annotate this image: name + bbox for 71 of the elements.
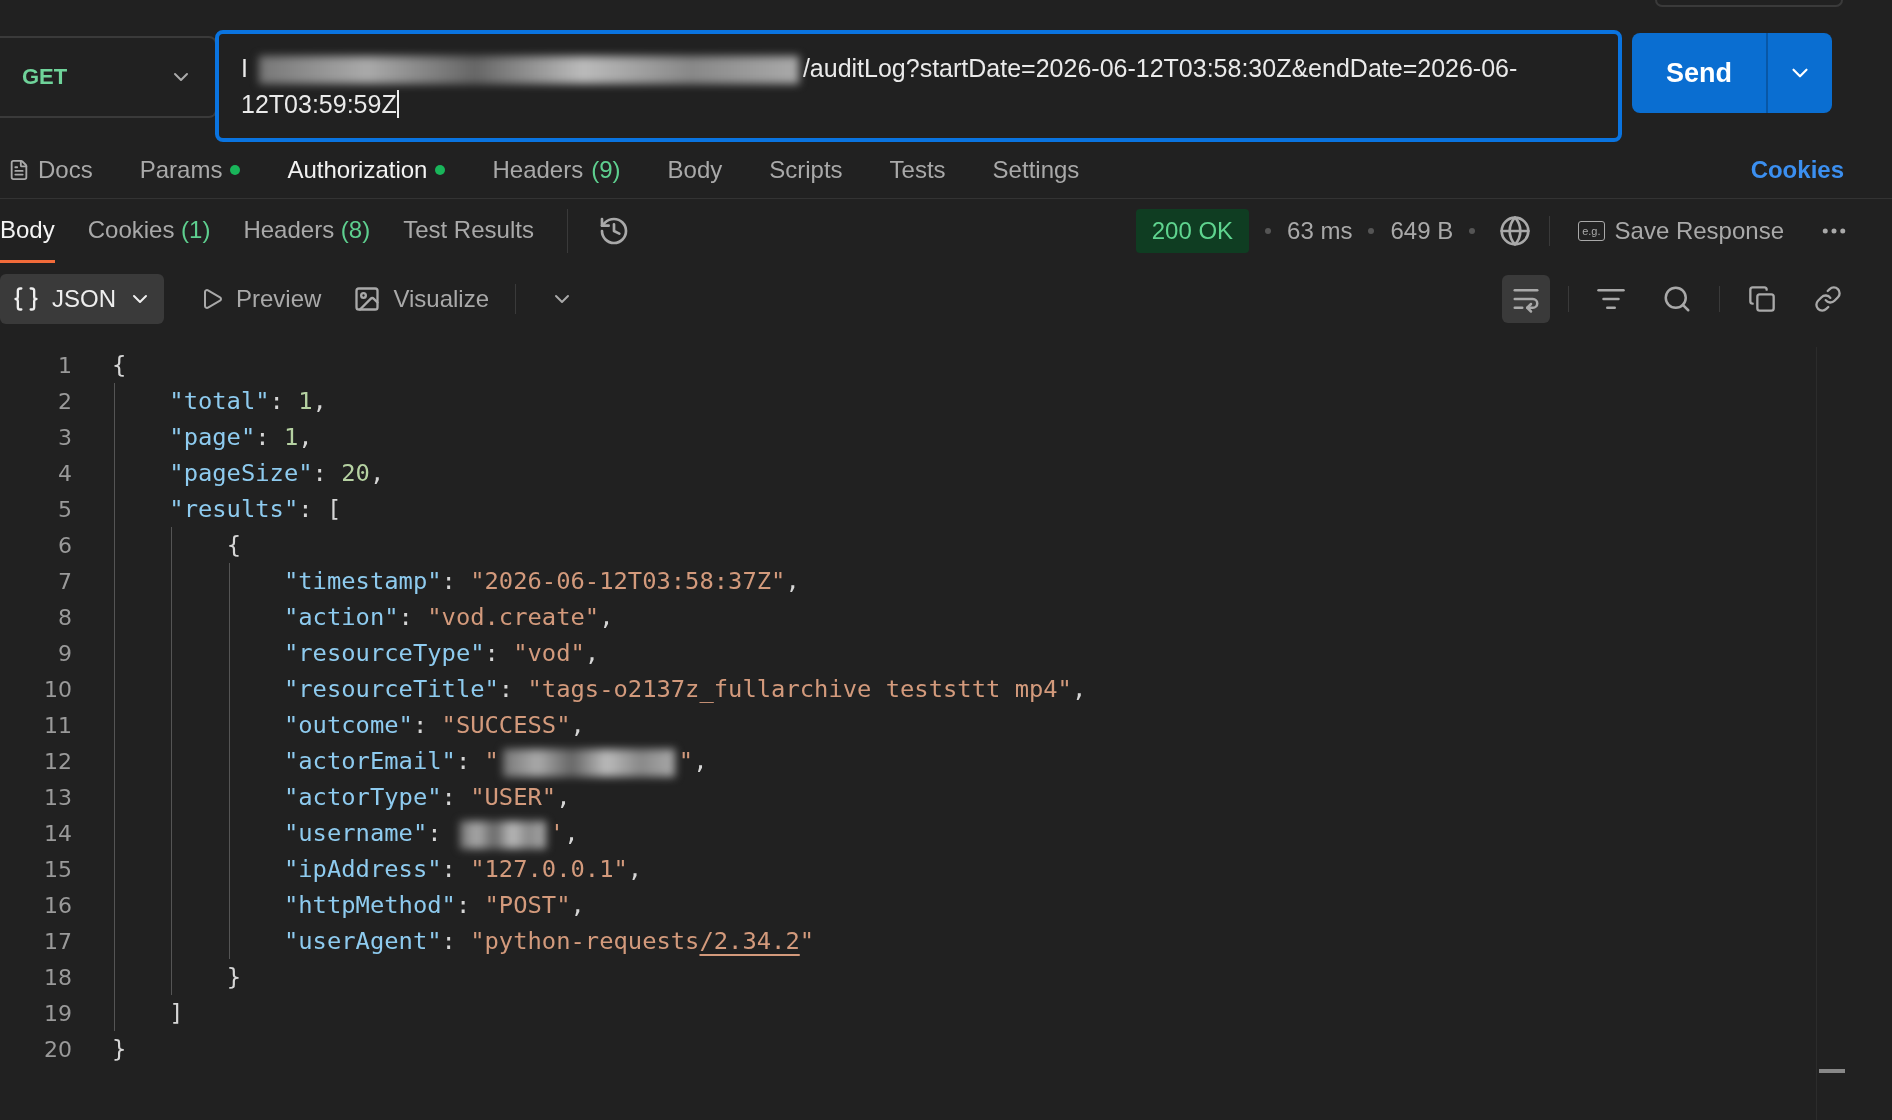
code-line: } bbox=[225, 962, 241, 993]
line-number: 15 bbox=[43, 856, 73, 882]
line-number: 1 bbox=[57, 352, 73, 378]
example-icon: e.g. bbox=[1578, 221, 1605, 241]
request-tab[interactable]: Docs bbox=[8, 156, 116, 184]
response-size: 649 B bbox=[1390, 217, 1454, 245]
status-dot-icon bbox=[435, 165, 446, 175]
code-line: "userAgent": "python-requests/2.34.2" bbox=[282, 926, 815, 957]
code-line: "total": 1, bbox=[168, 386, 327, 417]
line-number: 20 bbox=[43, 1036, 73, 1062]
response-tab[interactable]: Body bbox=[0, 199, 55, 263]
line-number: 8 bbox=[57, 604, 73, 630]
wrap-lines-icon[interactable] bbox=[1502, 275, 1550, 323]
code-line: { bbox=[225, 530, 241, 561]
visualize-button[interactable]: Visualize bbox=[347, 284, 495, 314]
braces-icon bbox=[12, 285, 40, 313]
code-line: "actorType": "USER", bbox=[282, 782, 571, 813]
code-line: "resourceTitle": "tags-o2137z_fullarchive teststtt mp4", bbox=[282, 674, 1087, 705]
line-number: 6 bbox=[57, 532, 73, 558]
line-number: 3 bbox=[57, 424, 73, 450]
request-tab[interactable]: Tests bbox=[889, 156, 969, 184]
line-number: 14 bbox=[43, 820, 73, 846]
code-line: ] bbox=[168, 998, 184, 1029]
response-tab[interactable]: Cookies (1) bbox=[87, 199, 211, 263]
code-line: "resourceType": "vod", bbox=[282, 638, 600, 669]
line-number: 7 bbox=[57, 568, 73, 594]
code-line: "page": 1, bbox=[168, 422, 313, 453]
status-badge: 200 OK bbox=[1135, 209, 1250, 253]
request-tab[interactable]: Authorization bbox=[287, 156, 469, 184]
line-number: 9 bbox=[57, 640, 73, 666]
code-line: "results": [ bbox=[168, 494, 342, 525]
code-line: { bbox=[112, 350, 127, 381]
code-line: } bbox=[112, 1034, 127, 1065]
code-line: "timestamp": "2026-06-12T03:58:37Z", bbox=[282, 566, 800, 597]
line-number: 18 bbox=[43, 964, 73, 990]
code-line: "httpMethod": "POST", bbox=[282, 890, 585, 921]
document-icon bbox=[8, 159, 30, 181]
line-number: 4 bbox=[57, 460, 73, 486]
request-tab[interactable]: Body bbox=[667, 156, 746, 184]
image-icon bbox=[353, 285, 382, 313]
code-line: "username": ', bbox=[282, 818, 579, 851]
line-number: 10 bbox=[43, 676, 73, 702]
line-number: 16 bbox=[43, 892, 73, 918]
line-number: 19 bbox=[43, 1000, 73, 1026]
line-number: 2 bbox=[57, 388, 73, 414]
line-number: 11 bbox=[43, 712, 73, 738]
format-dropdown[interactable]: JSON bbox=[0, 274, 164, 324]
line-number: 13 bbox=[43, 784, 73, 810]
status-dot-icon bbox=[230, 165, 241, 175]
code-line: "actorEmail": " ", bbox=[282, 746, 708, 779]
line-number: 5 bbox=[57, 496, 73, 522]
method-dropdown[interactable]: GET bbox=[0, 36, 217, 118]
preview-button[interactable]: Preview bbox=[194, 284, 328, 314]
line-number: 12 bbox=[43, 748, 73, 774]
save-response-button[interactable]: e.g. Save Response bbox=[1572, 216, 1790, 246]
response-tab[interactable]: Headers (8) bbox=[243, 199, 371, 263]
scrollbar-thumb[interactable] bbox=[1819, 1069, 1845, 1073]
response-time: 63 ms bbox=[1287, 217, 1353, 245]
response-tab[interactable]: Test Results bbox=[403, 199, 534, 263]
send-button[interactable]: Send bbox=[1632, 33, 1766, 113]
request-tab[interactable]: Params bbox=[139, 156, 264, 184]
url-field[interactable]: I /auditLog?startDate=2026-06-12T03:58:30Z&endDate=2026-06-12T03:59:59Z bbox=[215, 30, 1622, 142]
code-line: "ipAddress": "127.0.0.1", bbox=[282, 854, 643, 885]
line-number: 17 bbox=[43, 928, 73, 954]
request-tab[interactable]: Headers (9) bbox=[492, 156, 644, 184]
code-line: "action": "vod.create", bbox=[282, 602, 614, 633]
code-line: "pageSize": 20, bbox=[168, 458, 385, 489]
request-tab[interactable]: Settings bbox=[992, 156, 1103, 184]
cookies-link[interactable]: Cookies bbox=[1750, 156, 1844, 184]
code-line: "outcome": "SUCCESS", bbox=[282, 710, 585, 741]
request-tab[interactable]: Scripts bbox=[769, 156, 866, 184]
